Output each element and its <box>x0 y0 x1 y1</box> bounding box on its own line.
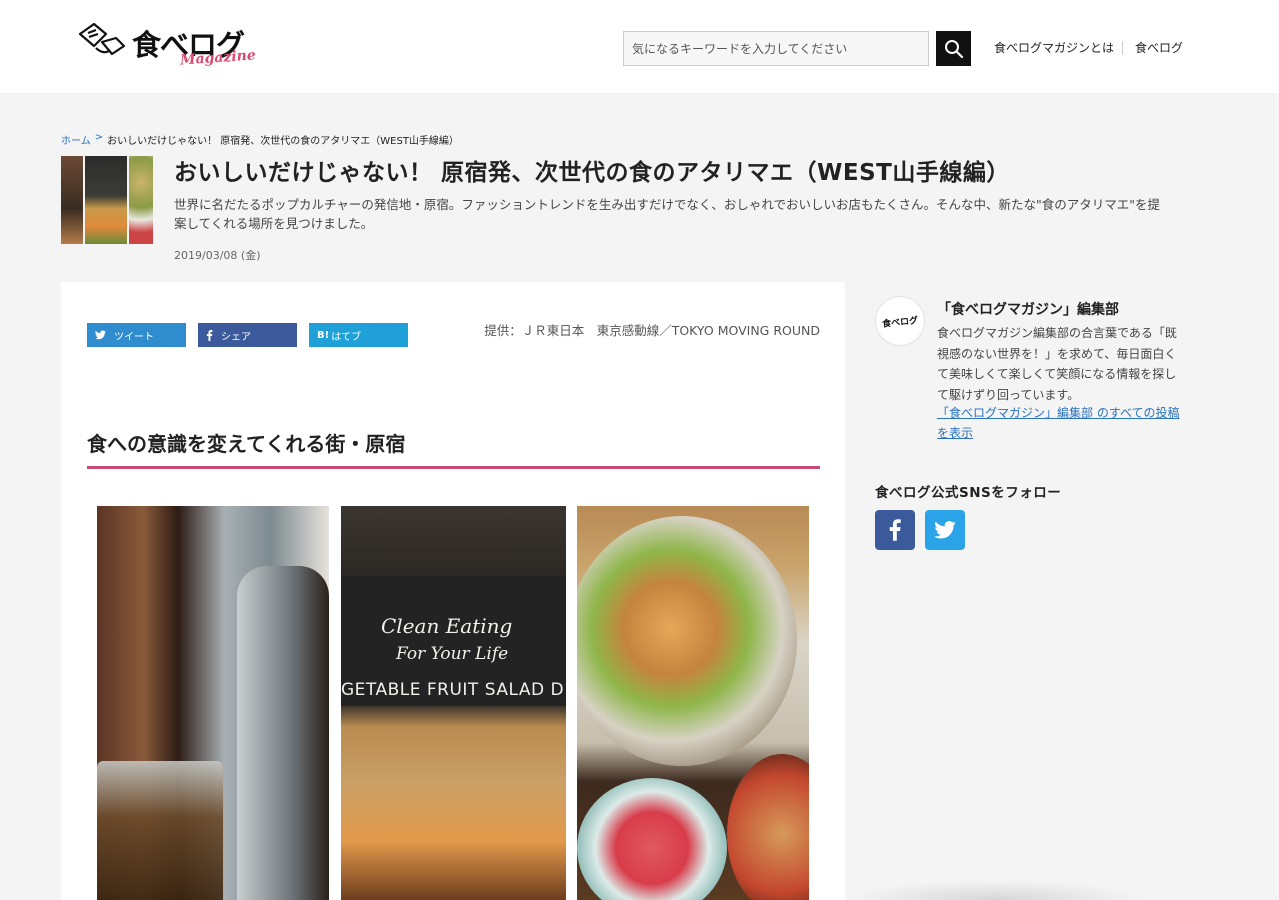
article-body: ツイート シェア B! はてブ 提供：ＪＲ東日本 東京感動線／TOKYO MOV… <box>61 282 845 900</box>
author-bio: 食べログマガジン編集部の合言葉である「既視感のない世界を！」を求めて、毎日面白く… <box>937 326 1177 402</box>
twitter-icon <box>934 521 956 539</box>
twitter-follow-button[interactable] <box>925 510 965 550</box>
search-input[interactable] <box>623 31 929 66</box>
nav-tabelog-link[interactable]: 食べログ <box>1135 39 1183 56</box>
twitter-icon <box>95 330 106 340</box>
page-title: おいしいだけじゃない！ 原宿発、次世代の食のアタリマエ（WEST山手線編） <box>174 160 1010 186</box>
search-button[interactable] <box>936 31 971 66</box>
sign-line-1: Clean Eating <box>381 614 513 638</box>
photo-dishes <box>577 506 809 900</box>
photo-salad-bar: Clean Eating For Your Life GETABLE FRUIT… <box>341 506 566 900</box>
breadcrumb-separator: > <box>94 132 104 143</box>
header-nav: 食べログマガジンとは 食べログ <box>994 39 1183 56</box>
logo-icon <box>78 22 126 56</box>
photo-drink <box>97 506 329 900</box>
breadcrumb: ホーム > おいしいだけじゃない！ 原宿発、次世代の食のアタリマエ（WEST山手… <box>61 132 459 147</box>
section-heading: 食への意識を変えてくれる街・原宿 <box>87 428 820 469</box>
author-all-posts-link[interactable]: 「食べログマガジン」編集部 のすべての投稿を表示 <box>937 404 1187 443</box>
floating-shadow <box>845 880 1145 900</box>
facebook-follow-button[interactable] <box>875 510 915 550</box>
author-name: 「食べログマガジン」編集部 <box>937 302 1119 318</box>
breadcrumb-home-link[interactable]: ホーム <box>61 132 91 147</box>
author-avatar-text: 食べログ <box>881 315 919 330</box>
article-photo: Clean Eating For Your Life GETABLE FRUIT… <box>97 506 809 900</box>
sns-follow-title: 食べログ公式SNSをフォロー <box>875 485 1062 501</box>
article-thumbnail <box>61 156 153 244</box>
article-lead: 世界に名だたるポップカルチャーの発信地・原宿。ファッショントレンドを生み出すだけ… <box>174 197 1161 231</box>
site-header: 食べログ Magazine 食べログマガジンとは 食べログ <box>0 0 1279 93</box>
facebook-icon <box>206 329 213 341</box>
facebook-share-label: シェア <box>221 331 251 343</box>
search-icon <box>944 39 963 58</box>
breadcrumb-current: おいしいだけじゃない！ 原宿発、次世代の食のアタリマエ（WEST山手線編） <box>107 136 459 147</box>
tweet-button[interactable]: ツイート <box>87 323 186 347</box>
nav-divider <box>1122 40 1124 55</box>
hatena-icon: B! <box>317 329 330 341</box>
chalkboard-sign: Clean Eating For Your Life GETABLE FRUIT… <box>341 576 566 706</box>
article-date: 2019/03/08 (金) <box>174 249 261 262</box>
sponsor-credit: 提供：ＪＲ東日本 東京感動線／TOKYO MOVING ROUND <box>484 323 820 338</box>
tweet-label: ツイート <box>114 331 154 343</box>
hatena-label: はてブ <box>331 331 362 343</box>
facebook-share-button[interactable]: シェア <box>198 323 297 347</box>
sign-line-2: For Your Life <box>396 644 509 664</box>
site-logo[interactable]: 食べログ Magazine <box>76 18 256 76</box>
nav-about-link[interactable]: 食べログマガジンとは <box>994 39 1114 56</box>
hatena-bookmark-button[interactable]: B! はてブ <box>309 323 408 347</box>
facebook-icon <box>889 519 901 541</box>
sign-line-3: GETABLE FRUIT SALAD D <box>341 680 565 700</box>
author-avatar[interactable]: 食べログ <box>875 296 925 346</box>
